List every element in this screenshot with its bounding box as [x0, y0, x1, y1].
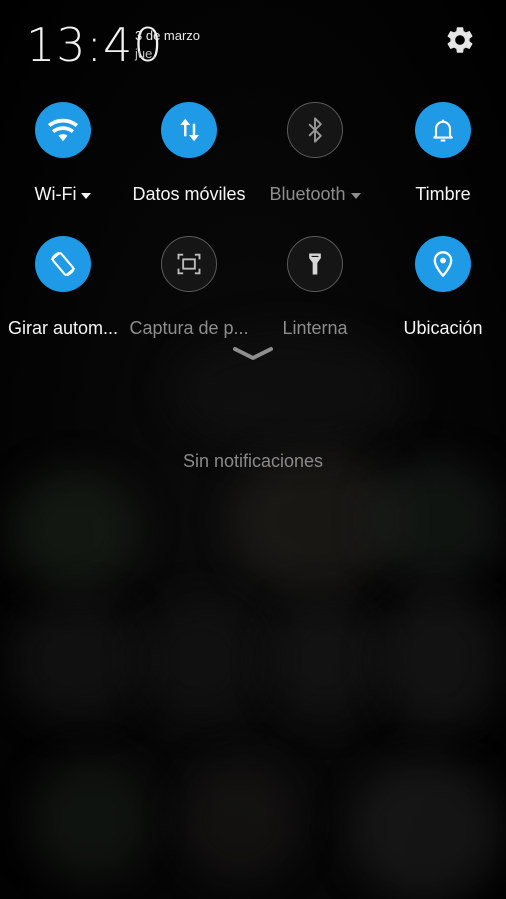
- tile-auto-rotate-text: Girar autom...: [7, 318, 119, 338]
- tile-location-toggle[interactable]: [415, 236, 471, 292]
- tile-mobile-data-label[interactable]: Datos móviles: [132, 184, 245, 205]
- tile-ringer-label[interactable]: Timbre: [415, 184, 470, 205]
- tile-bluetooth-toggle[interactable]: [287, 102, 343, 158]
- wifi-icon: [48, 118, 78, 142]
- tile-bluetooth-label[interactable]: Bluetooth: [269, 184, 361, 205]
- wallpaper-blur: [10, 600, 140, 720]
- notification-shade: 13:40 3 de marzo jue. Wi-Fi Datos móvile…: [0, 0, 506, 899]
- chevron-down-icon: [233, 347, 273, 360]
- tile-bluetooth[interactable]: Bluetooth: [252, 102, 378, 205]
- wallpaper-blur: [10, 470, 140, 590]
- tile-screenshot-text: Captura de p...: [129, 318, 249, 338]
- screenshot-icon: [177, 253, 201, 275]
- tile-flashlight-toggle[interactable]: [287, 236, 343, 292]
- tile-wifi-label[interactable]: Wi-Fi: [35, 184, 92, 205]
- tile-location-text: Ubicación: [403, 318, 483, 338]
- tile-auto-rotate-label[interactable]: Girar autom...: [8, 318, 118, 339]
- wallpaper-blur: [180, 760, 300, 880]
- clock-weekday: jue.: [135, 46, 156, 61]
- tile-ringer[interactable]: Timbre: [380, 102, 506, 205]
- tile-location[interactable]: Ubicación: [380, 236, 506, 339]
- tile-screenshot[interactable]: Captura de p...: [126, 236, 252, 339]
- no-notifications-text: Sin notificaciones: [182, 451, 324, 471]
- flashlight-icon: [309, 253, 321, 275]
- tile-mobile-data-toggle[interactable]: [161, 102, 217, 158]
- tile-auto-rotate[interactable]: Girar autom...: [0, 236, 126, 339]
- tile-screenshot-label[interactable]: Captura de p...: [129, 318, 248, 339]
- tile-flashlight-text: Linterna: [282, 318, 348, 338]
- tile-bluetooth-text: Bluetooth: [269, 184, 346, 204]
- tile-location-label[interactable]: Ubicación: [403, 318, 482, 339]
- tile-ringer-toggle[interactable]: [415, 102, 471, 158]
- rotate-icon: [50, 251, 76, 277]
- tile-ringer-text: Timbre: [415, 184, 471, 204]
- bell-icon: [433, 119, 453, 142]
- wallpaper-blur: [270, 600, 380, 720]
- tile-mobile-data-text: Datos móviles: [132, 184, 246, 204]
- wallpaper-blur: [170, 330, 410, 450]
- wallpaper-blur: [370, 460, 500, 580]
- expand-tiles-button[interactable]: [229, 344, 277, 364]
- wallpaper-blur: [30, 760, 150, 880]
- tile-screenshot-toggle[interactable]: [161, 236, 217, 292]
- dropdown-caret-icon: [350, 192, 361, 199]
- wallpaper-blur: [140, 600, 260, 720]
- tile-wifi-text: Wi-Fi: [34, 184, 77, 204]
- settings-button[interactable]: [444, 24, 476, 56]
- mobile-data-icon: [180, 118, 199, 142]
- tile-wifi-toggle[interactable]: [35, 102, 91, 158]
- tile-mobile-data[interactable]: Datos móviles: [126, 102, 252, 205]
- clock-date[interactable]: 3 de marzo: [135, 28, 200, 43]
- gear-icon: [447, 27, 473, 53]
- bluetooth-icon: [308, 117, 322, 143]
- tile-flashlight[interactable]: Linterna: [252, 236, 378, 339]
- dropdown-caret-icon: [81, 192, 92, 199]
- wallpaper-blur: [380, 590, 500, 730]
- clock-time[interactable]: 13:40: [26, 18, 164, 72]
- tile-wifi[interactable]: Wi-Fi: [0, 102, 126, 205]
- tile-flashlight-label[interactable]: Linterna: [282, 318, 347, 339]
- wallpaper-blur: [350, 760, 500, 899]
- tile-auto-rotate-toggle[interactable]: [35, 236, 91, 292]
- location-icon: [433, 251, 453, 277]
